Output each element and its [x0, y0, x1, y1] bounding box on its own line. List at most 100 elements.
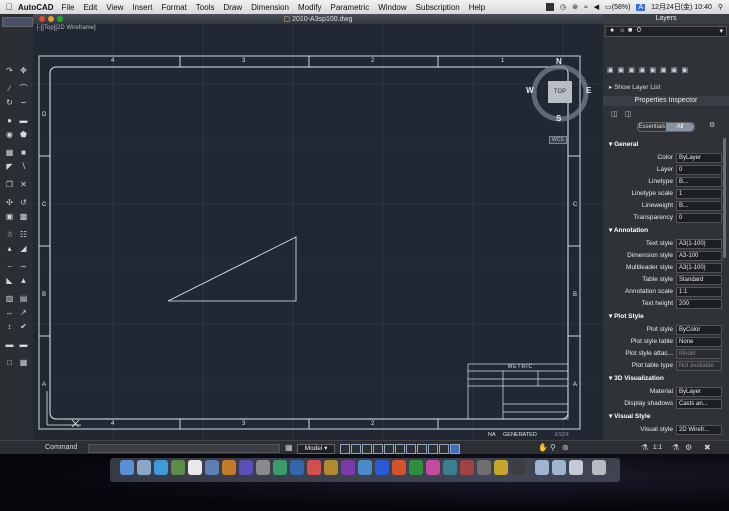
lineweight-icon[interactable]	[428, 444, 438, 454]
prop-row-multileader-style[interactable]: Multileader style A3(1-100)	[603, 263, 729, 274]
scale-icon[interactable]: ▣	[4, 212, 15, 221]
layer-iso-icon[interactable]: ▣	[639, 67, 650, 74]
input-method-icon[interactable]: A	[636, 3, 646, 11]
point-icon[interactable]: ▦	[18, 358, 29, 367]
move-tool-icon[interactable]: ✣	[4, 198, 15, 207]
prop-value[interactable]: ByLayer	[676, 153, 722, 163]
prop-row-layer[interactable]: Layer 0	[603, 165, 729, 176]
gradient-icon[interactable]: ■	[18, 148, 29, 157]
app-icon-gray[interactable]	[477, 460, 491, 475]
app-icon-gold[interactable]	[324, 460, 338, 475]
volume-icon[interactable]: ◀	[594, 3, 599, 11]
fullscreen-icon[interactable]: ✖	[704, 443, 711, 452]
line-icon[interactable]: ∕	[4, 84, 15, 93]
prop-row-plot-style[interactable]: Plot style ByColor	[603, 325, 729, 336]
menu-insert[interactable]: Insert	[132, 3, 152, 12]
viewcube-north[interactable]: N	[556, 57, 562, 66]
menu-view[interactable]: View	[106, 3, 123, 12]
system-prefs-icon[interactable]	[239, 460, 253, 475]
annotation-visibility-icon[interactable]: ⚗	[672, 443, 679, 452]
layer-prev-icon[interactable]: ▣	[660, 67, 671, 74]
preview-icon[interactable]	[205, 460, 219, 475]
prop-row-annotation-scale[interactable]: Annotation scale 1:1	[603, 287, 729, 298]
array-icon[interactable]: ☷	[18, 230, 29, 239]
trim-icon[interactable]: ∖	[18, 162, 29, 171]
arc-icon[interactable]: ⌒	[18, 84, 29, 93]
prop-value[interactable]: None	[676, 337, 722, 347]
app-icon-green[interactable]	[273, 460, 287, 475]
prop-row-transparency[interactable]: Transparency 0	[603, 213, 729, 224]
autocad-icon[interactable]	[511, 460, 525, 475]
prop-value[interactable]: 0	[676, 165, 722, 175]
excel-icon[interactable]	[409, 460, 423, 475]
time-machine-icon[interactable]: ◷	[560, 3, 566, 11]
prop-row-visual-style[interactable]: Visual style 2D Wirefr...	[603, 425, 729, 436]
prop-value[interactable]: A3(1-100)	[676, 263, 722, 273]
show-layer-list[interactable]: ▸ Show Layer List	[609, 83, 660, 91]
prop-row-color[interactable]: Color ByLayer	[603, 153, 729, 164]
section-plot-style[interactable]: ▾ Plot Style	[609, 312, 644, 320]
layer-match-icon[interactable]: ▣	[650, 67, 661, 74]
menu-window[interactable]: Window	[378, 3, 406, 12]
tool-set-dropdown[interactable]	[2, 17, 33, 27]
prop-value[interactable]: 1:1	[676, 287, 722, 297]
bluetooth-icon[interactable]: ⊛	[572, 3, 578, 11]
prop-row-plot-style-table[interactable]: Plot style table None	[603, 337, 729, 348]
erase-icon[interactable]: ✕	[18, 180, 29, 189]
model-layout-dropdown[interactable]: Model ▾	[297, 444, 335, 454]
grid-display-icon[interactable]	[351, 444, 361, 454]
prop-value[interactable]: ByColor	[676, 325, 722, 335]
prop-row-lineweight[interactable]: Lineweight B...	[603, 201, 729, 212]
explode-icon[interactable]: ▲	[18, 276, 29, 285]
spotlight-icon[interactable]: ⚲	[718, 3, 723, 11]
block-icon[interactable]: ▨	[4, 294, 15, 303]
text-icon[interactable]: ↕	[4, 322, 15, 331]
circle-icon[interactable]: ●	[4, 116, 15, 125]
prop-row-material[interactable]: Material ByLayer	[603, 387, 729, 398]
layer-icon[interactable]: ▬	[18, 340, 29, 349]
prop-value[interactable]: B...	[676, 177, 722, 187]
break-icon[interactable]: ∼	[18, 262, 29, 271]
menu-edit[interactable]: Edit	[83, 3, 97, 12]
menu-help[interactable]: Help	[469, 3, 485, 12]
app-icon-sky[interactable]	[358, 460, 372, 475]
insert-block-icon[interactable]: ▤	[18, 294, 29, 303]
app-icon-yellow[interactable]	[494, 460, 508, 475]
powerpoint-icon[interactable]	[392, 460, 406, 475]
section-annotation[interactable]: ▾ Annotation	[609, 226, 648, 234]
menu-draw[interactable]: Draw	[223, 3, 242, 12]
new-layer-icon[interactable]: ▣	[607, 67, 618, 74]
prop-row-linetype-scale[interactable]: Linetype scale 1	[603, 189, 729, 200]
layer-state-icon[interactable]: ▣	[618, 67, 629, 74]
layer-unlock-icon[interactable]: ▣	[671, 67, 682, 74]
prop-row-linetype[interactable]: Linetype B...	[603, 177, 729, 188]
menu-subscription[interactable]: Subscription	[416, 3, 460, 12]
app-icon-maroon[interactable]	[460, 460, 474, 475]
measure-icon[interactable]: □	[4, 358, 15, 367]
current-layer-dropdown[interactable]: ● ☼ ■ 0 ▾	[605, 26, 727, 37]
properties-scrollbar[interactable]	[723, 138, 726, 258]
mtext-icon[interactable]: ✔	[18, 322, 29, 331]
prop-value[interactable]: Standard	[676, 275, 722, 285]
polyline-icon[interactable]: ↻	[4, 98, 15, 107]
layer-off-icon[interactable]: ▣	[628, 67, 639, 74]
viewcube-face-top[interactable]: TOP	[548, 81, 572, 103]
settings-icon[interactable]: ⚙	[709, 121, 715, 129]
safari-icon[interactable]	[154, 460, 168, 475]
mirror-icon[interactable]: ◤	[4, 162, 15, 171]
transparency-icon[interactable]	[439, 444, 449, 454]
quick-props-icon[interactable]	[450, 444, 460, 454]
pan-icon[interactable]: ✋	[538, 443, 548, 452]
chamfer-icon[interactable]: ◢	[18, 244, 29, 253]
section-visual-style[interactable]: ▾ Visual Style	[609, 412, 650, 420]
snap-icon[interactable]	[340, 444, 350, 454]
battery-status[interactable]: ▭(58%)	[605, 3, 630, 11]
move-icon[interactable]: ✥	[18, 66, 29, 75]
layer-visible-icon[interactable]: ●	[610, 27, 614, 34]
prop-value[interactable]: 1	[676, 189, 722, 199]
leader-icon[interactable]: ↗	[18, 308, 29, 317]
calendar-icon[interactable]	[188, 460, 202, 475]
prop-value[interactable]: 200	[676, 299, 722, 309]
status-menu-icon[interactable]	[545, 3, 554, 11]
prop-value[interactable]: ByLayer	[676, 387, 722, 397]
